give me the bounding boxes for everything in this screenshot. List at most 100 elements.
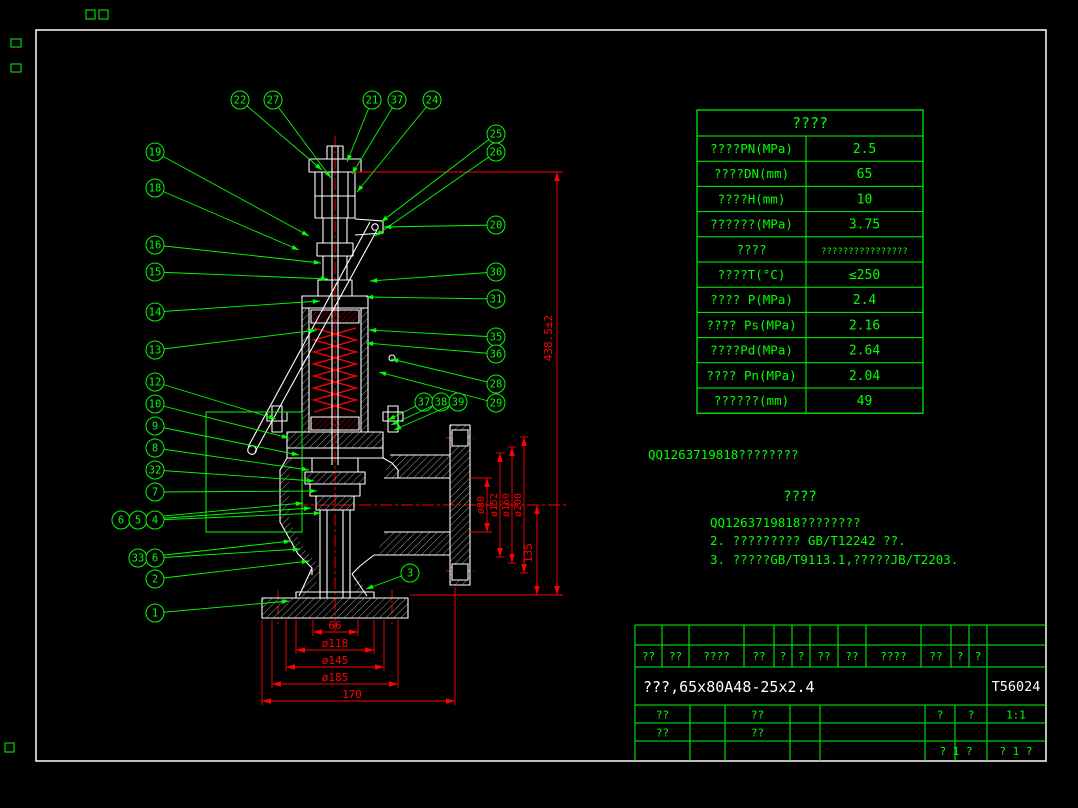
dim-base-width: 170 (342, 688, 362, 701)
spec-table-value: 2.16 (849, 318, 880, 333)
title-block-header-cell: ? (780, 650, 787, 663)
spec-table-value: ???????????????? (821, 247, 908, 257)
title-block-cell: ?? (656, 727, 669, 740)
dim-flange-d2: ø160 (501, 493, 512, 517)
callout-number: 13 (149, 345, 162, 357)
callout-number: 35 (490, 332, 503, 344)
title-block-header-cell: ???? (880, 650, 907, 663)
title-block-header-cell: ?? (752, 650, 765, 663)
spec-table-value: 10 (857, 192, 873, 207)
spec-table-value: ≤250 (849, 268, 880, 283)
title-block-header-cell: ?? (669, 650, 682, 663)
note-line: 3. ?????GB/T9113.1,?????JB/T2203. (710, 552, 958, 567)
callout-number: 5 (135, 515, 141, 527)
title-block-header-cell: ?? (817, 650, 830, 663)
callout-number: 2 (152, 574, 158, 586)
dim-flange-d3: ø200 (513, 493, 524, 517)
callout-leader-line (369, 271, 497, 283)
title-block-header-cell: ???? (703, 650, 730, 663)
plot-mark (85, 9, 96, 20)
spec-table-value: 2.4 (853, 293, 877, 308)
spec-table-value: 2.5 (853, 142, 876, 157)
callout-number: 30 (490, 267, 503, 279)
callout-number: 24 (426, 95, 439, 107)
dim-base-d1: ø118 (322, 637, 349, 650)
callout-number: 8 (152, 443, 158, 455)
callout-number: 4 (152, 515, 158, 527)
spec-table-label: ????Pd(MPa) (710, 343, 793, 358)
callout-number: 32 (149, 465, 162, 477)
callout-leader-line (154, 469, 315, 483)
callout-number: 6 (152, 553, 158, 565)
callout-number: 12 (149, 377, 162, 389)
callout-number: 14 (149, 307, 162, 319)
dim-base-d2: ø145 (322, 654, 349, 667)
callout-leader-line (154, 299, 321, 313)
watermark-text: QQ1263719818???????? (648, 447, 799, 462)
callout-number: 22 (234, 95, 247, 107)
callout-leader-line (154, 244, 322, 265)
title-block-header-cell: ? (798, 650, 805, 663)
spec-table-value: 3.75 (849, 218, 880, 233)
drawing-number: T56024 (992, 679, 1041, 695)
callout-number: 3 (407, 568, 413, 580)
plot-mark (10, 38, 22, 48)
spec-table-label: ????T(°C) (718, 267, 786, 282)
callout-number: 37 (418, 397, 431, 409)
plot-mark (4, 742, 15, 753)
title-block-scale-cell: ? (937, 709, 944, 722)
title-block-sheet-cell: ? 1 ? (939, 745, 972, 758)
cad-canvas: 438.5±2 135 ø80 ø152 ø160 ø200 66 ø118 ø… (0, 0, 1078, 808)
callout-leader-line (356, 99, 433, 193)
callout-leader-line (368, 328, 497, 338)
dimension-labels: 438.5±2 135 ø80 ø152 ø160 ø200 66 ø118 ø… (322, 315, 555, 701)
title-block-header-cell: ? (975, 650, 982, 663)
callout-leader-line (272, 99, 332, 179)
callout-number: 29 (490, 398, 503, 410)
callout-number: 9 (152, 421, 158, 433)
title-block-scale-cell: ? (968, 709, 975, 722)
callout-leader-line (154, 488, 318, 494)
note-line: QQ1263719818???????? (710, 515, 861, 530)
callout-number: 6 (118, 515, 124, 527)
spring-top-seat (310, 309, 360, 324)
callout-number: 37 (391, 95, 404, 107)
callout-leader-line (346, 99, 373, 163)
plot-marks (4, 9, 109, 753)
notes-title: ???? (783, 489, 817, 505)
dim-main-height: 438.5±2 (542, 315, 555, 361)
dim-flange-d1: ø152 (489, 493, 500, 517)
callout-number: 15 (149, 267, 162, 279)
callout-number: 27 (267, 95, 280, 107)
spec-table-label: ??????(mm) (714, 393, 789, 408)
spec-table-label: ???? Ps(MPa) (706, 317, 796, 332)
lever-pin (371, 223, 379, 231)
title-block-scale-value: 1:1 (1006, 709, 1026, 722)
callout-leader-line (380, 133, 497, 223)
callout-number: 1 (152, 608, 158, 620)
title-block-cell: ?? (656, 709, 669, 722)
valve-seat (315, 495, 355, 511)
title-block-header-cell: ?? (642, 650, 655, 663)
callout-leader-line (154, 381, 277, 420)
title-block-cell: ?? (751, 727, 764, 740)
plot-mark (98, 9, 109, 20)
spec-table-label: ???? Pn(MPa) (706, 368, 796, 383)
callout-leader-line (374, 151, 497, 237)
callout-leader-line (154, 559, 310, 580)
callout-number: 25 (490, 129, 503, 141)
callout-number: 38 (435, 397, 448, 409)
spec-table-value: 2.04 (849, 369, 880, 384)
callout-leader-line (390, 358, 497, 385)
callout-number: 33 (132, 553, 145, 565)
callout-number: 18 (149, 183, 162, 195)
plot-mark (10, 63, 22, 73)
callout-number: 16 (149, 240, 162, 252)
title-block-cell: ?? (751, 709, 764, 722)
spec-table-label: ??????(MPa) (710, 217, 793, 232)
spec-table-value: 2.64 (849, 344, 880, 359)
spec-table-value: 65 (857, 167, 873, 182)
callout-number: 36 (490, 349, 503, 361)
spec-table-label: ????DN(mm) (714, 166, 789, 181)
callout-number: 19 (149, 147, 162, 159)
